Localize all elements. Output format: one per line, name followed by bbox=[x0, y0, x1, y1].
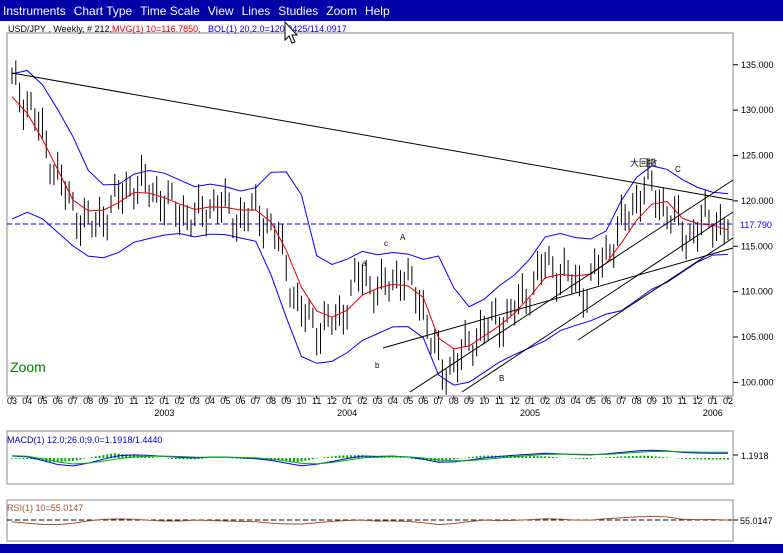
zoom-label[interactable]: Zoom bbox=[10, 359, 46, 375]
wave-label-C: C bbox=[675, 165, 681, 174]
month-label: 01 bbox=[342, 396, 352, 406]
month-label: 10 bbox=[296, 396, 306, 406]
macd-value-label: 1.1918 bbox=[741, 451, 769, 461]
month-label: 06 bbox=[53, 396, 63, 406]
month-label: 12 bbox=[693, 396, 703, 406]
month-label: 11 bbox=[129, 396, 138, 406]
price-axis-label: 105.000 bbox=[741, 332, 774, 342]
time-axis-months: 03 04 05 06 07 08 09 10 11 12 01 02 03 04 05 06 07 08 09 10… bbox=[7, 396, 733, 406]
month-label: 11 bbox=[678, 396, 687, 406]
price-axis-label: 135.000 bbox=[741, 60, 774, 70]
price-axis-label: 125.000 bbox=[741, 151, 774, 161]
price-axis-label: 130.000 bbox=[741, 105, 774, 115]
month-label: 01 bbox=[708, 396, 718, 406]
month-label: 02 bbox=[723, 396, 733, 406]
month-label: 02 bbox=[357, 396, 367, 406]
month-label: 08 bbox=[632, 396, 642, 406]
price-header-mvg: MVG(1) 10=116.7850, bbox=[112, 24, 201, 34]
month-label: 01 bbox=[525, 396, 535, 406]
month-label: 09 bbox=[647, 396, 657, 406]
month-label: 11 bbox=[312, 396, 321, 406]
month-label: 08 bbox=[449, 396, 459, 406]
price-header-bol: BOL(1) 20,2.0=120.8425/114.0917 bbox=[208, 24, 347, 34]
month-label: 07 bbox=[251, 396, 261, 406]
month-label: 09 bbox=[281, 396, 291, 406]
year-label: 2006 bbox=[703, 408, 723, 418]
month-label: 08 bbox=[266, 396, 276, 406]
wave-label-c: c bbox=[384, 239, 388, 248]
current-price-label: 117.790 bbox=[740, 220, 772, 230]
month-label: 06 bbox=[418, 396, 428, 406]
month-label: 06 bbox=[601, 396, 611, 406]
price-axis-label: 120.000 bbox=[741, 196, 774, 206]
month-label: 03 bbox=[373, 396, 383, 406]
month-label: 12 bbox=[327, 396, 337, 406]
wave-label-major-retracement: 大回撤 bbox=[630, 157, 657, 168]
wave-label-B: B bbox=[499, 374, 504, 383]
price-axis-label: 100.000 bbox=[741, 377, 774, 387]
month-label: 04 bbox=[388, 396, 398, 406]
month-label: 09 bbox=[98, 396, 108, 406]
month-label: 05 bbox=[403, 396, 413, 406]
month-label: 12 bbox=[144, 396, 154, 406]
year-label: 2004 bbox=[337, 408, 357, 418]
price-panel-frame bbox=[6, 32, 734, 397]
status-bar bbox=[0, 544, 783, 553]
time-axis-years: 2003 2004 2005 2006 bbox=[154, 408, 722, 418]
month-label: 10 bbox=[662, 396, 672, 406]
month-label: 06 bbox=[236, 396, 246, 406]
month-label: 01 bbox=[159, 396, 169, 406]
month-label: 07 bbox=[68, 396, 78, 406]
rsi-value-label: 55.0147 bbox=[740, 516, 773, 526]
year-label: 2005 bbox=[520, 408, 540, 418]
month-label: 07 bbox=[616, 396, 626, 406]
month-label: 08 bbox=[83, 396, 93, 406]
month-label: 09 bbox=[464, 396, 474, 406]
price-header-symbol: USD/JPY , Weekly, # 212, bbox=[8, 24, 112, 34]
month-label: 07 bbox=[434, 396, 444, 406]
wave-label-a: a bbox=[362, 259, 367, 268]
month-label: 11 bbox=[495, 396, 504, 406]
price-axis-label: 110.000 bbox=[741, 287, 773, 297]
month-label: 04 bbox=[22, 396, 32, 406]
month-label: 02 bbox=[175, 396, 185, 406]
month-label: 03 bbox=[190, 396, 200, 406]
month-label: 02 bbox=[540, 396, 550, 406]
month-label: 10 bbox=[479, 396, 489, 406]
macd-header: MACD(1) 12.0;26.0;9.0=1.1918/1.4440 bbox=[7, 435, 162, 445]
wave-label-b: b bbox=[375, 361, 380, 370]
rsi-header: RSI(1) 10=55.0147 bbox=[7, 503, 83, 513]
month-label: 04 bbox=[205, 396, 215, 406]
wave-label-A: A bbox=[400, 233, 406, 242]
year-label: 2003 bbox=[154, 408, 174, 418]
month-label: 03 bbox=[7, 396, 17, 406]
month-label: 05 bbox=[586, 396, 596, 406]
month-label: 04 bbox=[571, 396, 581, 406]
month-label: 05 bbox=[37, 396, 47, 406]
month-label: 05 bbox=[220, 396, 230, 406]
chart-canvas[interactable]: USD/JPY , Weekly, # 212, MVG(1) 10=116.7… bbox=[0, 0, 783, 553]
month-label: 03 bbox=[555, 396, 565, 406]
price-axis-label: 115.000 bbox=[741, 241, 773, 251]
month-label: 10 bbox=[114, 396, 124, 406]
month-label: 12 bbox=[510, 396, 520, 406]
